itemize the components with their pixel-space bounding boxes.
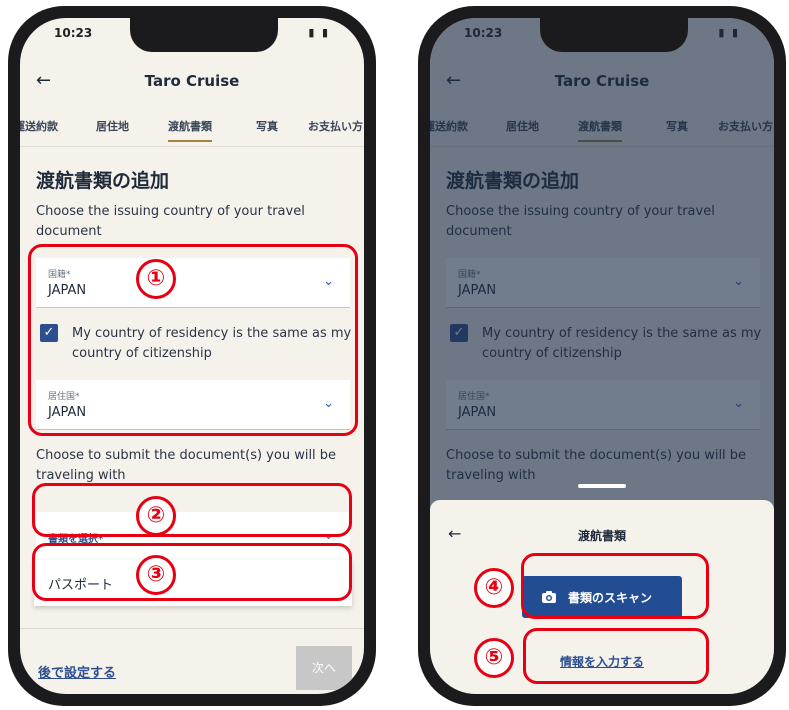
tab-photo[interactable]: 写真 [256,118,278,134]
tab-terms[interactable]: 運送約款 [20,118,58,134]
submit-documents-prompt: Choose to submit the document(s) you wil… [36,448,337,483]
set-later-link[interactable]: 後で設定する [38,662,116,681]
tab-payment[interactable]: お支払い方 [308,118,363,134]
step-tabs: 運送約款 居住地 渡航書類 写真 お支払い方 [20,110,364,142]
app-bar: ← Taro Cruise [20,58,364,104]
callout-box-3 [32,543,352,601]
tab-residence[interactable]: 居住地 [96,118,129,134]
callout-box-1 [28,244,358,436]
callout-number-4: ④ [474,568,514,608]
tabs-divider [20,146,364,147]
next-button[interactable]: 次へ [296,646,352,690]
status-time: 10:23 [54,26,93,40]
sheet-drag-handle[interactable] [578,484,626,488]
callout-box-5 [523,628,709,684]
issuing-country-prompt: Choose the issuing country of your trave… [36,204,305,239]
callout-number-3: ③ [136,555,176,595]
callout-box-2 [32,483,352,537]
notch [130,18,278,52]
notch [540,18,688,52]
app-title: Taro Cruise [144,72,240,90]
callout-number-2: ② [136,496,176,536]
tab-travel-documents[interactable]: 渡航書類 [168,118,212,142]
footer-divider [20,628,364,629]
sheet-title: 渡航書類 [577,529,626,543]
page-title: 渡航書類の追加 [36,170,170,192]
callout-number-5: ⑤ [474,638,514,678]
callout-number-1: ① [136,259,176,299]
callout-box-4 [521,553,709,619]
status-icons: ▮ ▮ [308,26,330,39]
